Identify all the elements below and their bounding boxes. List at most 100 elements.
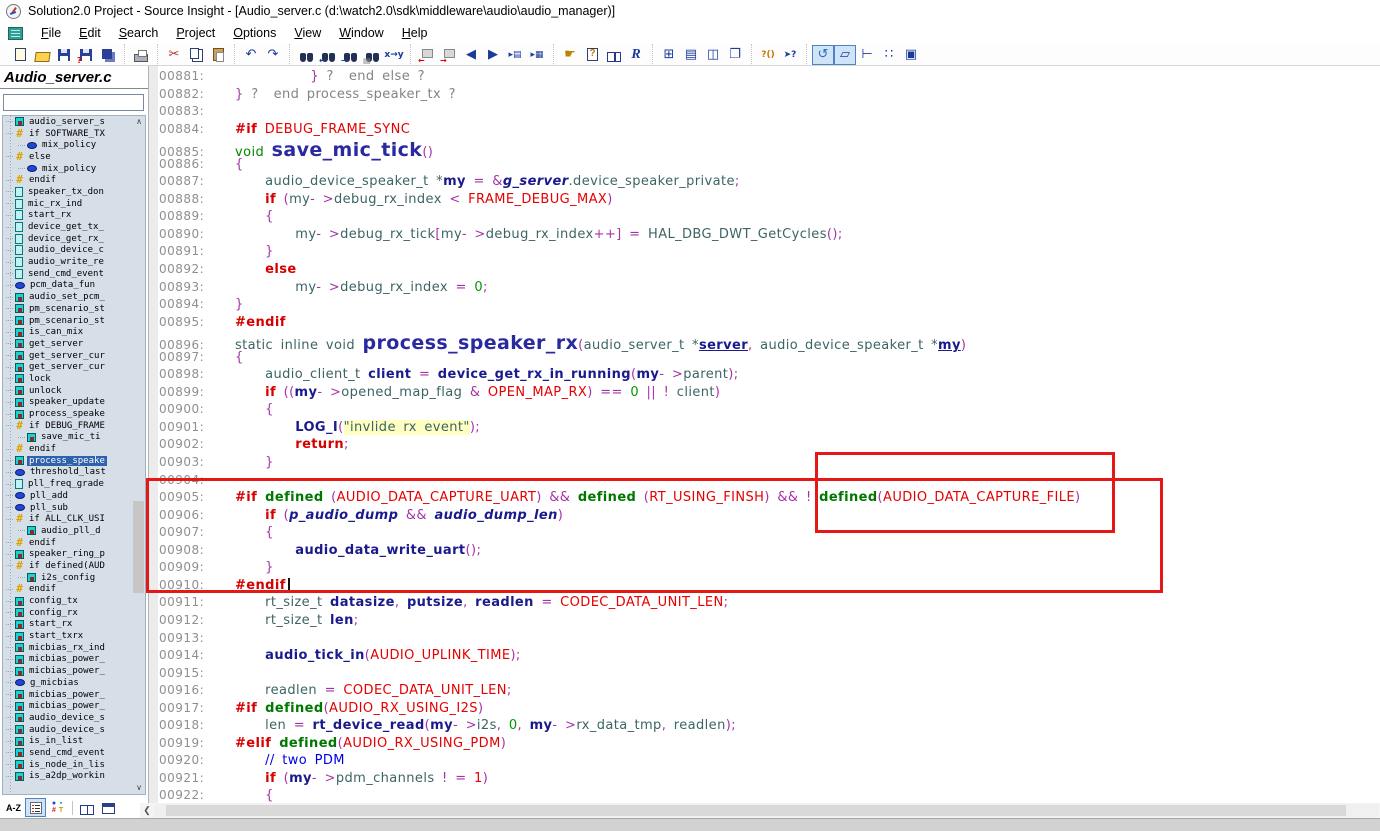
symbol-item-is-node-in-lis[interactable]: is_node_in_lis: [3, 759, 145, 771]
symbol-item-if-debug-frame[interactable]: #if DEBUG_FRAME: [3, 420, 145, 432]
symbol-item-micbias-rx-ind[interactable]: micbias_rx_ind: [3, 642, 145, 654]
symbol-item-start-rx[interactable]: start_rx: [3, 619, 145, 631]
symbol-item-endif[interactable]: #endif: [3, 443, 145, 455]
symbol-item-endif[interactable]: #endif: [3, 174, 145, 186]
symbol-item-audio-device-s[interactable]: audio_device_s: [3, 724, 145, 736]
menu-view[interactable]: View: [285, 24, 330, 42]
symbol-info-button[interactable]: [581, 45, 603, 65]
symbol-search-input[interactable]: [3, 94, 144, 111]
copy-button[interactable]: [185, 45, 207, 65]
symbol-item-get-server-cur[interactable]: get_server_cur: [3, 350, 145, 362]
symbol-item-audio-device-s[interactable]: audio_device_s: [3, 712, 145, 724]
jump-to-reference-button[interactable]: ▸▦: [526, 45, 548, 65]
code-line-00887[interactable]: 00887: audio_device_speaker_t *my = &g_s…: [159, 174, 1080, 192]
symbol-item-i2s-config[interactable]: i2s_config: [3, 572, 145, 584]
tile-windows-button[interactable]: ⊞: [658, 45, 680, 65]
symbol-item-else[interactable]: #else: [3, 151, 145, 163]
save-file-button[interactable]: [53, 45, 75, 65]
code-line-00914[interactable]: 00914: audio_tick_in(AUDIO_UPLINK_TIME);: [159, 648, 1080, 666]
open-file-button[interactable]: [31, 45, 53, 65]
code-line-00881[interactable]: 00881: } ? end else ?: [159, 69, 1080, 87]
paste-button[interactable]: [207, 45, 229, 65]
symbol-item-pll-add[interactable]: pll_add: [3, 490, 145, 502]
symbol-item-g-micbias[interactable]: g_micbias: [3, 677, 145, 689]
replace-button[interactable]: x→y: [383, 45, 405, 65]
relation-window-button[interactable]: R: [625, 45, 647, 65]
help-pointer-button[interactable]: ➤?: [779, 45, 801, 65]
code-line-00918[interactable]: 00918: len = rt_device_read(my- >i2s, 0,…: [159, 718, 1080, 736]
code-line-00917[interactable]: 00917:#if defined(AUDIO_RX_USING_I2S): [159, 701, 1080, 719]
code-line-00884[interactable]: 00884:#if DEBUG_FRAME_SYNC: [159, 122, 1080, 140]
print-button[interactable]: [130, 45, 152, 65]
browse-symbol-button[interactable]: ☛: [559, 45, 581, 65]
incremental-search-back-button[interactable]: ←: [416, 45, 438, 65]
code-line-00894[interactable]: 00894:}: [159, 297, 1080, 315]
code-line-00916[interactable]: 00916: readlen = CODEC_DATA_UNIT_LEN;: [159, 683, 1080, 701]
symbol-item-send-cmd-event[interactable]: send_cmd_event: [3, 747, 145, 759]
symbol-item-micbias-power-[interactable]: micbias_power_: [3, 700, 145, 712]
symbol-item-endif[interactable]: #endif: [3, 537, 145, 549]
symbol-item-start-txrx[interactable]: start_txrx: [3, 630, 145, 642]
horizontal-scroll-track[interactable]: [154, 804, 1378, 817]
symbol-item-if-software-tx[interactable]: #if SOFTWARE_TX: [3, 128, 145, 140]
code-line-00919[interactable]: 00919:#elif defined(AUDIO_RX_USING_PDM): [159, 736, 1080, 754]
symbol-item-if-all-clk-usi[interactable]: #if ALL_CLK_USI: [3, 513, 145, 525]
symbol-list-scroll-up-icon[interactable]: [133, 117, 145, 127]
symbol-item-get-server-cur[interactable]: get_server_cur: [3, 361, 145, 373]
code-line-00890[interactable]: 00890: my- >debug_rx_tick[my- >debug_rx_…: [159, 227, 1080, 245]
symbol-item-if-defined-aud[interactable]: #if defined(AUD: [3, 560, 145, 572]
find-previous-button[interactable]: ←: [317, 45, 339, 65]
jump-to-definition-button[interactable]: ▸▤: [504, 45, 526, 65]
symbol-item-start-rx[interactable]: start_rx: [3, 210, 145, 222]
help-window-button[interactable]: ▣: [900, 45, 922, 65]
symbol-item-micbias-power-[interactable]: micbias_power_: [3, 654, 145, 666]
go-forward-button[interactable]: ▶: [482, 45, 504, 65]
relation-outline-button[interactable]: ∷: [878, 45, 900, 65]
code-line-00885[interactable]: 00885:void save_mic_tick(): [159, 139, 1080, 157]
code-line-00882[interactable]: 00882:} ? end process_speaker_tx ?: [159, 87, 1080, 105]
menu-search[interactable]: Search: [110, 24, 168, 42]
symbol-item-pm-scenario-st[interactable]: pm_scenario_st: [3, 303, 145, 315]
find-button[interactable]: [295, 45, 317, 65]
code-line-00893[interactable]: 00893: my- >debug_rx_index = 0;: [159, 280, 1080, 298]
menu-help[interactable]: Help: [393, 24, 437, 42]
relation-graph-toggle-button[interactable]: ▱: [834, 45, 856, 65]
redo-button[interactable]: ↷: [262, 45, 284, 65]
symbol-item-speaker-ring-p[interactable]: speaker_ring_p: [3, 548, 145, 560]
code-line-00904[interactable]: 00904:: [159, 473, 1080, 491]
symbol-item-save-mic-ti[interactable]: save_mic_ti: [3, 432, 145, 444]
new-file-button[interactable]: [9, 45, 31, 65]
code-line-00909[interactable]: 00909: }: [159, 560, 1080, 578]
full-window-button[interactable]: ▤: [680, 45, 702, 65]
save-as-button[interactable]: ?: [75, 45, 97, 65]
menu-options[interactable]: Options: [224, 24, 285, 42]
code-line-00901[interactable]: 00901: LOG_I("invlide rx event");: [159, 420, 1080, 438]
code-line-00908[interactable]: 00908: audio_data_write_uart();: [159, 543, 1080, 561]
symbol-item-pm-scenario-st[interactable]: pm_scenario_st: [3, 315, 145, 327]
symbol-item-process-speake[interactable]: process_speake: [3, 455, 145, 467]
code-line-00920[interactable]: 00920: // two PDM: [159, 753, 1080, 771]
code-line-00892[interactable]: 00892: else: [159, 262, 1080, 280]
code-line-00913[interactable]: 00913:: [159, 631, 1080, 649]
code-line-00903[interactable]: 00903: }: [159, 455, 1080, 473]
relation-tree-button[interactable]: ⊢: [856, 45, 878, 65]
cascade-windows-button[interactable]: ❐: [724, 45, 746, 65]
symbol-item-pcm-data-fun[interactable]: pcm_data_fun: [3, 280, 145, 292]
incremental-search-forward-button[interactable]: →: [438, 45, 460, 65]
symbol-item-audio-set-pcm-[interactable]: audio_set_pcm_: [3, 291, 145, 303]
code-line-00898[interactable]: 00898: audio_client_t client = device_ge…: [159, 367, 1080, 385]
symbol-item-mic-rx-ind[interactable]: mic_rx_ind: [3, 198, 145, 210]
symbol-item-pll-sub[interactable]: pll_sub: [3, 502, 145, 514]
symbol-list-view-button[interactable]: [25, 798, 46, 817]
split-window-button[interactable]: ◫: [702, 45, 724, 65]
code-line-00895[interactable]: 00895:#endif: [159, 315, 1080, 333]
code-line-00899[interactable]: 00899: if ((my- >opened_map_flag & OPEN_…: [159, 385, 1080, 403]
code-line-00900[interactable]: 00900: {: [159, 402, 1080, 420]
symbol-list-scroll-thumb[interactable]: [133, 501, 144, 593]
symbol-item-endif[interactable]: #endif: [3, 584, 145, 596]
symbol-item-device-get-tx-[interactable]: device_get_tx_: [3, 221, 145, 233]
symbol-item-mix-policy[interactable]: mix_policy: [3, 139, 145, 151]
editor-horizontal-scrollbar[interactable]: [140, 803, 1380, 818]
find-next-button[interactable]: →: [339, 45, 361, 65]
symbol-item-audio-device-c[interactable]: audio_device_c: [3, 245, 145, 257]
